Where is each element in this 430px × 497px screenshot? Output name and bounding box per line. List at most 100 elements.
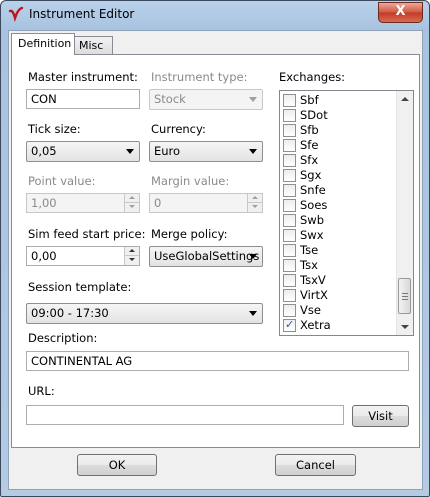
tab-definition[interactable]: Definition	[11, 33, 75, 55]
exchange-name: Snfe	[300, 183, 326, 197]
spin-down-icon[interactable]	[124, 256, 139, 265]
exchange-name: Vse	[300, 303, 321, 317]
description-input[interactable]: CONTINENTAL AG	[26, 351, 409, 371]
exchange-checkbox[interactable]	[283, 289, 296, 302]
exchange-item[interactable]: Soes	[282, 198, 392, 213]
url-input[interactable]	[26, 405, 344, 425]
cancel-button[interactable]: Cancel	[275, 454, 356, 476]
scroll-thumb[interactable]	[398, 278, 411, 314]
exchanges-label: Exchanges:	[279, 70, 346, 84]
exchange-checkbox[interactable]	[283, 317, 296, 332]
exchange-item[interactable]: Swb	[282, 213, 392, 228]
dialog-body: Definition Misc Master instrument: CON I…	[8, 30, 423, 490]
exchange-item[interactable]: Tsx	[282, 258, 392, 273]
point-value-value: 1,00	[31, 196, 57, 210]
tab-misc[interactable]: Misc	[72, 36, 113, 55]
sim-feed-start-price-stepper[interactable]: 0,00	[26, 246, 140, 266]
spin-up-icon[interactable]	[124, 247, 139, 256]
merge-policy-label: Merge policy:	[151, 227, 228, 241]
exchange-checkbox[interactable]	[283, 94, 296, 107]
exchange-checkbox[interactable]	[283, 304, 296, 317]
spin-down-icon[interactable]	[124, 203, 139, 212]
close-button[interactable]: X	[378, 2, 423, 23]
exchange-item[interactable]: Swx	[282, 228, 392, 243]
exchange-item[interactable]: VirtX	[282, 288, 392, 303]
currency-select[interactable]: Euro	[149, 141, 263, 162]
exchange-name: Tsx	[300, 258, 318, 272]
tab-misc-label: Misc	[79, 39, 104, 52]
session-template-select[interactable]: 09:00 - 17:30	[26, 303, 263, 324]
exchange-name: SDot	[300, 108, 328, 122]
point-value-label: Point value:	[28, 174, 96, 188]
exchange-name: Sbf	[300, 93, 319, 107]
exchange-checkbox[interactable]	[283, 259, 296, 272]
url-label: URL:	[28, 384, 55, 398]
spin-up-icon[interactable]	[247, 194, 262, 203]
master-instrument-label: Master instrument:	[28, 70, 138, 84]
exchange-checkbox[interactable]	[283, 154, 296, 167]
tick-size-value: 0,05	[31, 144, 57, 158]
exchange-name: Sgx	[300, 168, 322, 182]
description-label: Description:	[28, 331, 98, 345]
session-template-label: Session template:	[28, 280, 132, 294]
tick-size-select[interactable]: 0,05	[26, 141, 140, 162]
exchange-item[interactable]: Sgx	[282, 168, 392, 183]
sim-feed-start-price-value: 0,00	[31, 249, 57, 263]
instrument-type-select[interactable]: Stock	[149, 89, 263, 110]
exchange-checkbox[interactable]	[283, 274, 296, 287]
exchange-checkbox[interactable]	[283, 214, 296, 227]
exchange-name: Sfx	[300, 153, 319, 167]
chevron-down-icon	[126, 149, 134, 154]
exchange-item[interactable]: Sfb	[282, 123, 392, 138]
exchange-checkbox[interactable]	[283, 109, 296, 122]
chevron-down-icon	[249, 97, 257, 102]
exchange-checkbox[interactable]	[283, 199, 296, 212]
merge-policy-value: UseGlobalSettings	[154, 249, 260, 263]
exchange-name: Swb	[300, 213, 325, 227]
visit-button[interactable]: Visit	[352, 405, 409, 427]
margin-value-label: Margin value:	[151, 174, 230, 188]
margin-value-stepper[interactable]: 0	[149, 193, 263, 213]
currency-label: Currency:	[151, 122, 206, 136]
ok-button[interactable]: OK	[77, 454, 157, 476]
master-instrument-input[interactable]: CON	[26, 89, 140, 109]
exchange-checkbox[interactable]	[283, 229, 296, 242]
exchange-item[interactable]: Xetra	[282, 317, 392, 333]
definition-panel: Master instrument: CON Instrument type: …	[11, 54, 420, 448]
exchange-item[interactable]: Sbf	[282, 93, 392, 108]
exchange-item[interactable]: TsxV	[282, 273, 392, 288]
margin-value-value: 0	[154, 196, 162, 210]
merge-policy-select[interactable]: UseGlobalSettings	[149, 246, 263, 267]
sim-feed-start-price-label: Sim feed start price:	[28, 227, 146, 241]
exchange-checkbox[interactable]	[283, 169, 296, 182]
exchange-item[interactable]: SDot	[282, 108, 392, 123]
exchange-name: Soes	[300, 198, 328, 212]
exchange-name: VirtX	[300, 288, 328, 302]
title-bar[interactable]: Instrument Editor X	[1, 1, 429, 29]
exchange-item[interactable]: Snfe	[282, 183, 392, 198]
exchange-item[interactable]: Sfe	[282, 138, 392, 153]
exchange-name: Xetra	[300, 318, 331, 332]
spin-down-icon[interactable]	[247, 203, 262, 212]
app-logo-icon	[8, 6, 24, 22]
scroll-down-icon[interactable]	[401, 325, 409, 329]
exchange-checkbox[interactable]	[283, 124, 296, 137]
window-title: Instrument Editor	[29, 7, 135, 21]
exchange-checkbox[interactable]	[283, 244, 296, 257]
exchange-item[interactable]: Tse	[282, 243, 392, 258]
exchange-name: Sfe	[300, 138, 319, 152]
point-value-stepper[interactable]: 1,00	[26, 193, 140, 213]
tick-size-label: Tick size:	[28, 122, 81, 136]
spin-up-icon[interactable]	[124, 194, 139, 203]
exchange-item[interactable]: Vse	[282, 303, 392, 318]
currency-value: Euro	[154, 144, 181, 158]
exchange-checkbox[interactable]	[283, 184, 296, 197]
exchanges-scrollbar[interactable]	[396, 91, 413, 335]
exchange-checkbox[interactable]	[283, 139, 296, 152]
grip-line	[402, 299, 408, 300]
chevron-down-icon	[249, 149, 257, 154]
tab-definition-label: Definition	[18, 37, 72, 50]
exchanges-list[interactable]: Sbf SDot Sfb Sfe Sfx Sgx Snfe Soes Swb Swx Tse Tsx T…	[279, 90, 414, 336]
scroll-up-icon[interactable]	[401, 97, 409, 101]
exchange-item[interactable]: Sfx	[282, 153, 392, 168]
